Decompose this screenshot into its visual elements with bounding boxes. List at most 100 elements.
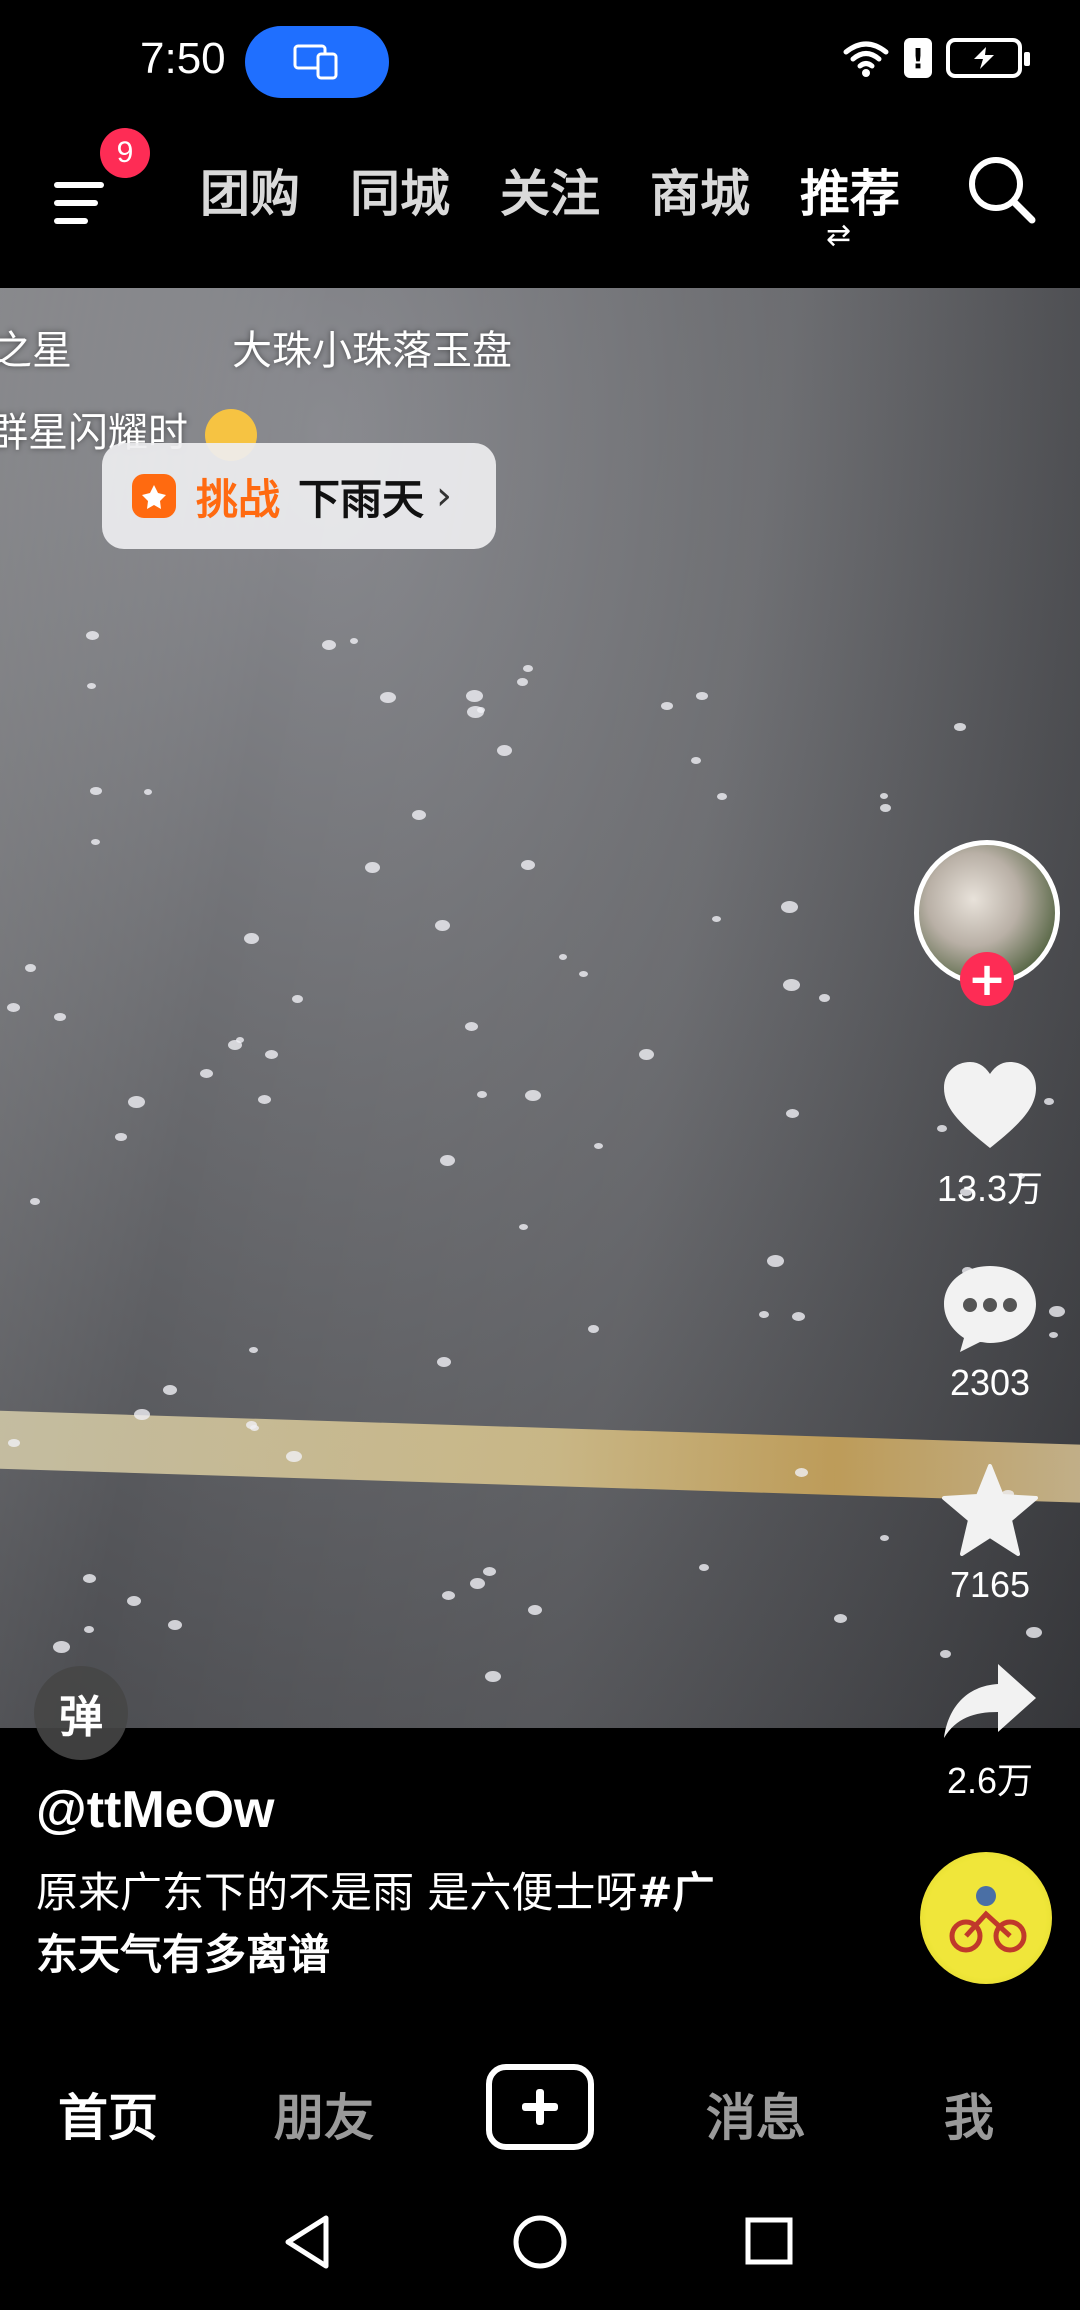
status-bar: 7:50 ! — [0, 0, 1080, 120]
raindrop — [588, 1325, 599, 1333]
lyric-line-1-right: 大珠小珠落玉盘 — [232, 328, 512, 374]
create-button[interactable] — [486, 2064, 594, 2150]
caption-hashtag-part2[interactable]: 东天气有多离谱 — [36, 1930, 330, 1979]
challenge-topic: 下雨天 — [298, 474, 425, 524]
share-count: 2.6万 — [946, 1760, 1034, 1801]
system-nav-bar — [0, 2170, 1080, 2310]
raindrop — [759, 1311, 769, 1318]
raindrop — [477, 1091, 487, 1098]
heart-icon — [944, 1062, 1036, 1148]
raindrop — [717, 793, 727, 800]
raindrop — [699, 1564, 709, 1571]
raindrop — [442, 1591, 455, 1600]
menu-button[interactable] — [50, 160, 120, 250]
home-circle-icon[interactable] — [512, 2214, 568, 2270]
raindrop — [696, 692, 708, 700]
caption-hashtag-part1[interactable]: #广 — [637, 1868, 714, 1917]
raindrop — [244, 933, 259, 944]
raindrop — [465, 1022, 478, 1031]
like-count: 13.3万 — [936, 1168, 1044, 1209]
chevron-right-icon: › — [436, 473, 453, 519]
raindrop — [523, 665, 533, 672]
raindrop — [440, 1155, 455, 1166]
raindrop — [292, 995, 303, 1003]
raindrop — [880, 793, 888, 799]
tab-group-buy[interactable]: 团购 — [200, 154, 300, 226]
raindrop — [322, 640, 336, 650]
wifi-icon — [843, 41, 889, 77]
raindrop — [783, 979, 800, 991]
raindrop — [485, 1671, 501, 1682]
raindrop — [559, 954, 567, 960]
raindrop — [517, 678, 528, 686]
raindrop — [25, 964, 36, 972]
menu-notification-badge: 9 — [100, 128, 150, 178]
plus-icon — [522, 2089, 558, 2125]
raindrop — [767, 1255, 784, 1267]
raindrop — [84, 1626, 94, 1633]
top-nav: 9 团购 同城 关注 商城 推荐 ⇄ — [0, 120, 1080, 288]
raindrop — [8, 1439, 20, 1447]
raindrop — [286, 1451, 302, 1462]
raindrop — [249, 1347, 258, 1353]
challenge-banner[interactable]: 挑战 下雨天 › — [102, 443, 496, 549]
raindrop — [1026, 1627, 1042, 1638]
raindrop — [236, 1037, 244, 1043]
raindrop — [350, 638, 358, 644]
search-button[interactable] — [962, 150, 1042, 230]
raindrop — [437, 1357, 451, 1367]
raindrop — [525, 1090, 541, 1101]
comment-count: 2303 — [949, 1362, 1031, 1403]
raindrop — [594, 1143, 603, 1149]
tab-following[interactable]: 关注 — [500, 154, 600, 226]
back-icon[interactable] — [282, 2214, 332, 2270]
comment-icon — [944, 1266, 1036, 1352]
screen-cast-indicator[interactable] — [245, 26, 389, 98]
status-time: 7:50 — [140, 34, 226, 83]
raindrop — [691, 757, 701, 764]
raindrop — [7, 1003, 20, 1012]
music-disc[interactable] — [920, 1852, 1052, 1984]
raindrop — [639, 1049, 654, 1060]
comment-button[interactable]: 2303 — [910, 1262, 1070, 1404]
share-arrow-icon — [944, 1664, 1036, 1738]
alert-icon: ! — [904, 38, 932, 78]
raindrop — [87, 683, 96, 689]
raindrop — [470, 1578, 485, 1589]
raindrop — [90, 787, 102, 795]
nav-me[interactable]: 我 — [944, 2078, 994, 2150]
raindrop — [128, 1096, 145, 1108]
raindrop — [880, 804, 891, 812]
raindrop — [795, 1468, 808, 1477]
video-caption: 原来广东下的不是雨 是六便士呀#广 东天气有多离谱 — [36, 1862, 796, 1986]
search-icon — [969, 157, 1036, 224]
nav-friends[interactable]: 朋友 — [274, 2078, 374, 2150]
like-button[interactable]: 13.3万 — [910, 1060, 1070, 1212]
share-button[interactable]: 2.6万 — [910, 1660, 1070, 1804]
recents-square-icon[interactable] — [744, 2216, 794, 2266]
raindrop — [163, 1385, 177, 1395]
raindrop — [483, 1567, 496, 1576]
nav-home[interactable]: 首页 — [58, 2078, 158, 2150]
raindrop — [265, 1050, 278, 1059]
danmaku-toggle-button[interactable]: 弹 — [34, 1666, 128, 1760]
raindrop — [834, 1614, 847, 1623]
tab-mall[interactable]: 商城 — [650, 154, 750, 226]
challenge-label: 挑战 — [196, 474, 281, 524]
raindrop — [519, 1224, 528, 1230]
author-name[interactable]: @ttMeOw — [36, 1780, 274, 1840]
follow-button[interactable]: + — [960, 952, 1014, 1006]
tab-local[interactable]: 同城 — [350, 154, 450, 226]
favorite-button[interactable]: 7165 — [910, 1464, 1070, 1606]
raindrop — [115, 1133, 127, 1141]
raindrop — [467, 706, 484, 718]
raindrop — [53, 1641, 70, 1653]
nav-messages[interactable]: 消息 — [706, 2078, 806, 2150]
raindrop — [168, 1620, 182, 1630]
raindrop — [792, 1312, 805, 1321]
feed-switch-icon[interactable]: ⇄ — [826, 218, 851, 253]
raindrop — [246, 1421, 257, 1429]
tab-recommend[interactable]: 推荐 — [800, 154, 900, 226]
raindrop — [412, 810, 426, 820]
status-icons: ! — [842, 38, 1030, 78]
